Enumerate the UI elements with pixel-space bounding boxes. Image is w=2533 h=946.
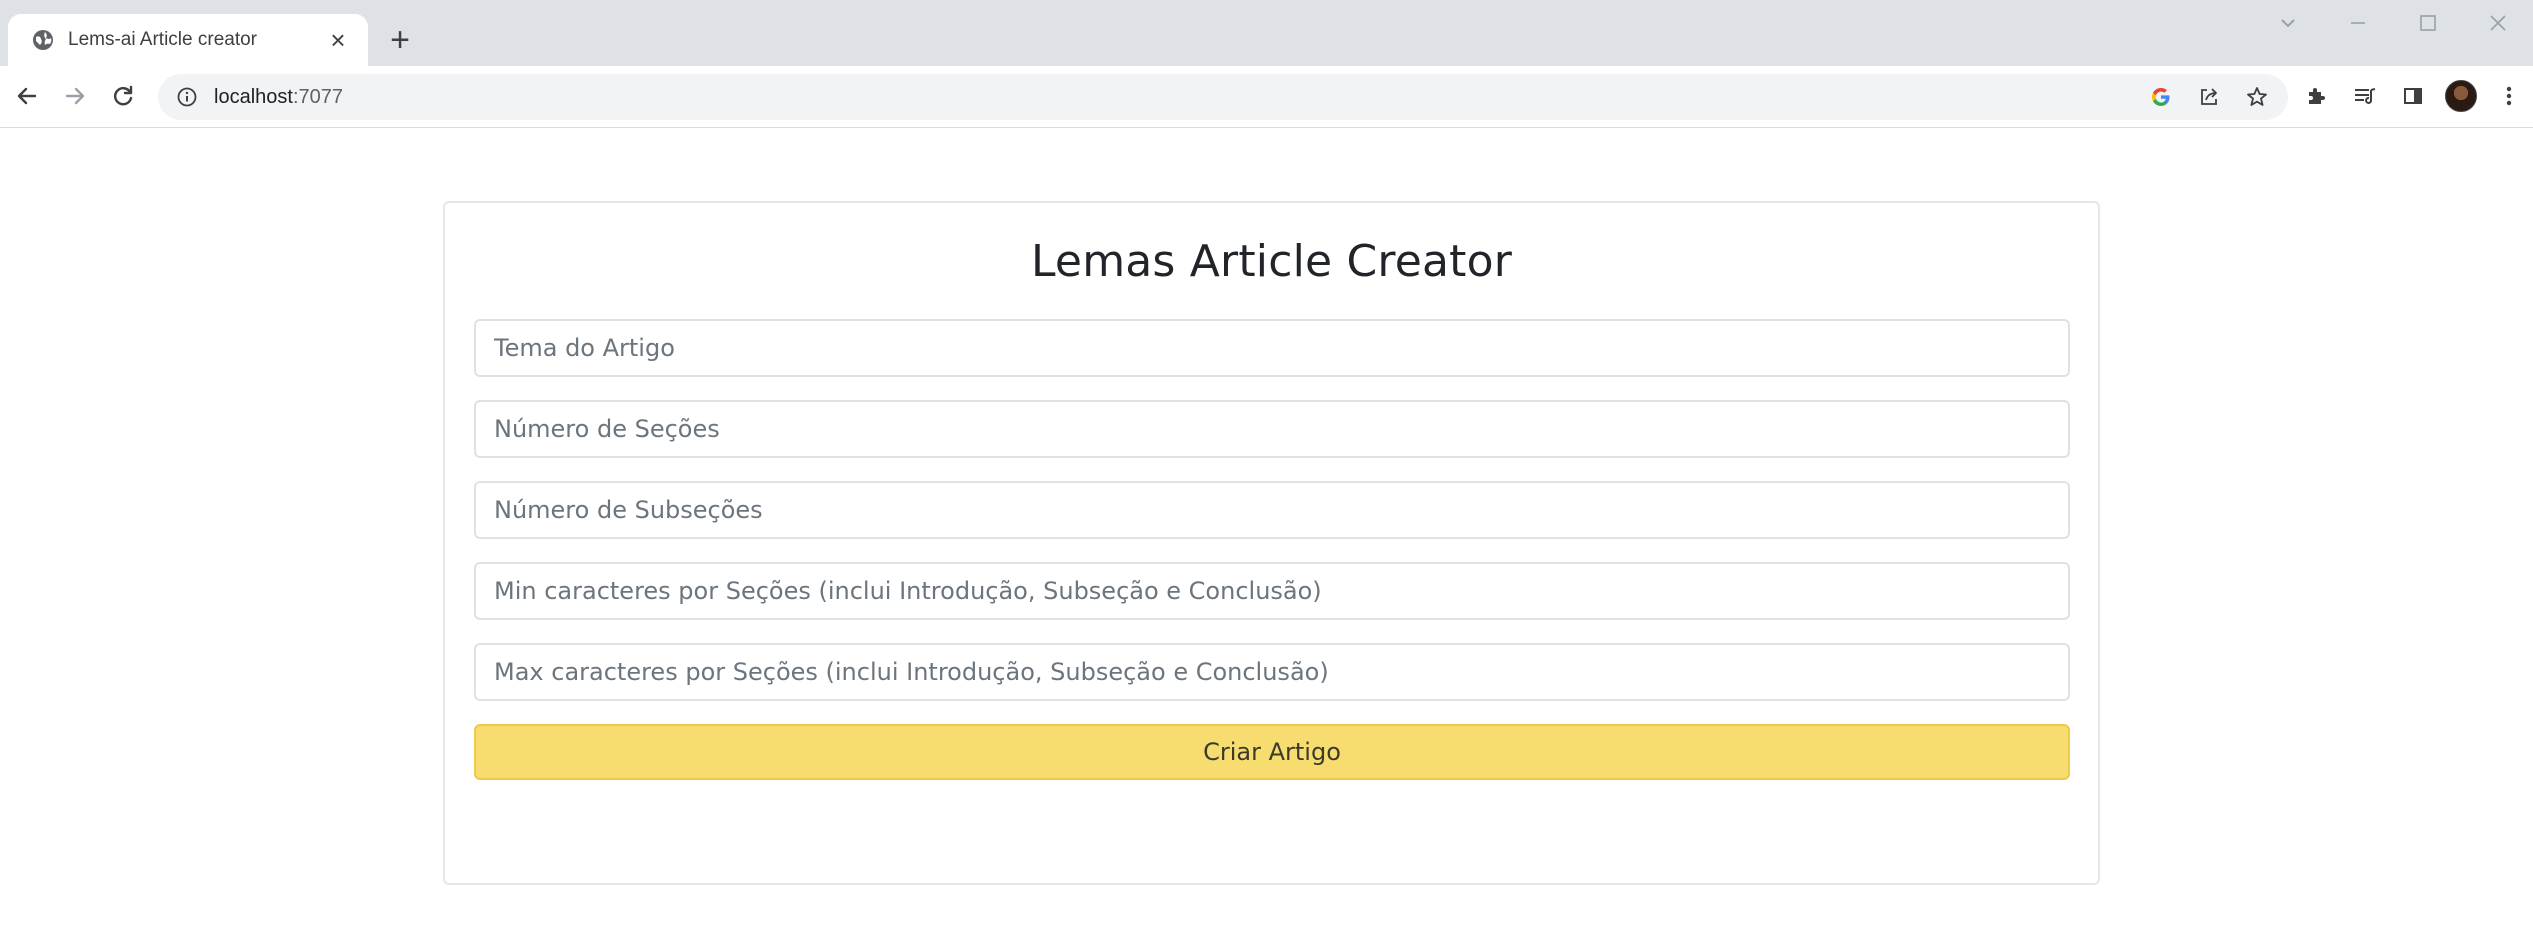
media-queue-icon[interactable] [2348,79,2382,113]
google-icon[interactable] [2146,82,2176,112]
extensions-area [2300,75,2526,117]
tab-search-icon[interactable] [2253,0,2323,46]
url-host: localhost [214,85,293,108]
min-caracteres-input[interactable] [474,562,2070,620]
window-controls [2253,0,2533,46]
criar-artigo-button[interactable]: Criar Artigo [474,724,2070,780]
maximize-icon[interactable] [2393,0,2463,46]
url-port: :7077 [292,85,343,108]
reload-button[interactable] [102,75,144,117]
new-tab-button[interactable]: + [382,22,418,58]
info-icon[interactable] [176,86,198,108]
side-panel-icon[interactable] [2396,79,2430,113]
arrow-left-icon [17,87,37,105]
browser-tab-active[interactable]: Lems-ai Article creator × [8,14,368,66]
url-text[interactable]: localhost:7077 [214,86,343,109]
kebab-menu-icon[interactable] [2492,79,2526,113]
close-tab-icon[interactable]: × [324,26,352,54]
minimize-icon[interactable] [2323,0,2393,46]
tab-strip: Lems-ai Article creator × + [0,0,2533,66]
avatar[interactable] [2444,79,2478,113]
share-icon[interactable] [2194,82,2224,112]
star-icon[interactable] [2242,82,2272,112]
back-button[interactable] [6,75,48,117]
numero-secoes-input[interactable] [474,400,2070,458]
reload-icon [114,85,133,106]
address-bar[interactable]: localhost:7077 [158,74,2288,120]
browser-toolbar: localhost:7077 [0,66,2533,128]
article-form-card: Lemas Article Creator Criar Artigo [443,201,2100,885]
numero-subsecoes-input[interactable] [474,481,2070,539]
puzzle-icon[interactable] [2300,79,2334,113]
forward-button[interactable] [54,75,96,117]
globe-icon [32,29,54,51]
arrow-right-icon [65,87,85,105]
max-caracteres-input[interactable] [474,643,2070,701]
profile-avatar-icon [2445,80,2477,112]
tema-input[interactable] [474,319,2070,377]
page-title: Lemas Article Creator [1030,236,1513,287]
close-window-icon[interactable] [2463,0,2533,46]
tab-title: Lems-ai Article creator [68,29,258,50]
omnibox-actions [2146,74,2272,120]
